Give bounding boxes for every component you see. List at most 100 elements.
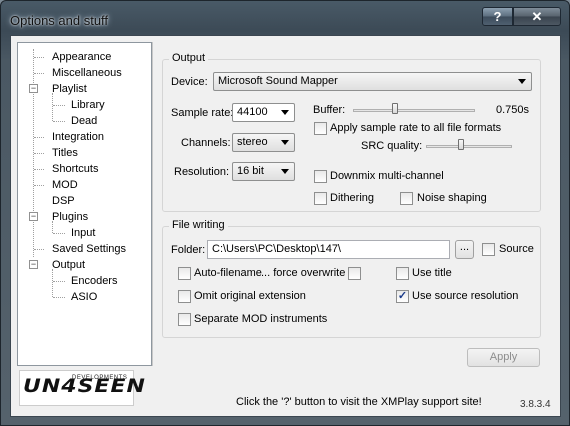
device-label: Device:	[171, 76, 208, 88]
file-writing-group-label: File writing	[169, 219, 228, 231]
dialog-client: − − − Appearance Miscellaneous Playlist …	[10, 35, 561, 417]
collapse-icon[interactable]: −	[29, 212, 38, 221]
chevron-down-icon	[281, 110, 289, 115]
buffer-value: 0.750s	[496, 104, 530, 116]
output-group-label: Output	[169, 52, 209, 64]
tree-item-input[interactable]: Input	[71, 225, 95, 241]
tree-line	[34, 153, 44, 154]
use-title-checkbox[interactable]	[396, 267, 409, 280]
apply-rate-checkbox[interactable]	[314, 122, 327, 135]
tree-item-library[interactable]: Library	[71, 97, 105, 113]
noise-shaping-label: Noise shaping	[417, 192, 487, 204]
tree-item-integration[interactable]: Integration	[52, 129, 104, 145]
separate-mod-label: Separate MOD instruments	[194, 313, 328, 325]
tree-line	[34, 73, 44, 74]
resolution-value: 16 bit	[237, 165, 264, 177]
tree-line	[53, 297, 65, 298]
tree-item-encoders[interactable]: Encoders	[71, 273, 117, 289]
tree-item-dead[interactable]: Dead	[71, 113, 97, 129]
tree-line	[52, 93, 53, 121]
tree-line	[34, 137, 44, 138]
tree-line	[53, 105, 65, 106]
tree-line	[34, 169, 44, 170]
src-quality-label: SRC quality:	[361, 140, 423, 152]
resolution-select[interactable]: 16 bit	[232, 162, 295, 181]
output-group: Output Device: Microsoft Sound Mapper Sa…	[162, 52, 541, 212]
settings-tree[interactable]: − − − Appearance Miscellaneous Playlist …	[17, 42, 152, 366]
sample-rate-select[interactable]: 44100	[232, 103, 295, 122]
collapse-icon[interactable]: −	[29, 84, 38, 93]
downmix-label: Downmix multi-channel	[330, 170, 444, 182]
file-writing-group: File writing Folder: C:\Users\PC\Desktop…	[162, 219, 541, 338]
use-source-resolution-label: Use source resolution	[412, 290, 519, 302]
help-button[interactable]: ?	[482, 7, 513, 26]
buffer-label: Buffer:	[313, 104, 346, 116]
tree-item-shortcuts[interactable]: Shortcuts	[52, 161, 98, 177]
source-checkbox[interactable]	[482, 243, 495, 256]
tree-item-playlist[interactable]: Playlist	[52, 81, 87, 97]
tree-line	[52, 269, 53, 297]
tree-item-miscellaneous[interactable]: Miscellaneous	[52, 65, 122, 81]
channels-select[interactable]: stereo	[232, 133, 295, 152]
close-button[interactable]: ✕	[513, 7, 561, 26]
source-label: Source	[499, 243, 534, 255]
auto-filename-checkbox[interactable]	[178, 267, 191, 280]
collapse-icon[interactable]: −	[29, 260, 38, 269]
dithering-checkbox[interactable]	[314, 192, 327, 205]
downmix-checkbox[interactable]	[314, 170, 327, 183]
sample-rate-label: Sample rate:	[171, 107, 234, 119]
un4seen-logo[interactable]: UN4SEEN DEVELOPMENTS	[19, 370, 145, 406]
tree-item-plugins[interactable]: Plugins	[52, 209, 88, 225]
folder-label: Folder:	[171, 244, 206, 256]
tree-line	[34, 57, 44, 58]
tree-line	[34, 249, 44, 250]
force-overwrite-label: ... force overwrite	[261, 267, 346, 279]
tree-line	[53, 121, 65, 122]
sample-rate-value: 44100	[237, 106, 268, 118]
tree-item-titles[interactable]: Titles	[52, 145, 78, 161]
channels-label: Channels:	[181, 137, 231, 149]
device-value: Microsoft Sound Mapper	[218, 75, 338, 87]
chevron-down-icon	[518, 79, 526, 84]
use-title-label: Use title	[412, 267, 452, 279]
separate-mod-checkbox[interactable]	[178, 313, 191, 326]
dithering-label: Dithering	[330, 192, 375, 204]
tree-item-output[interactable]: Output	[52, 257, 85, 273]
resolution-label: Resolution:	[174, 166, 230, 178]
tree-item-asio[interactable]: ASIO	[71, 289, 97, 305]
chevron-down-icon	[281, 169, 289, 174]
folder-input[interactable]: C:\Users\PC\Desktop\147\	[207, 240, 450, 259]
close-icon: ✕	[531, 9, 543, 24]
buffer-slider-track[interactable]	[353, 109, 475, 112]
omit-extension-label: Omit original extension	[194, 290, 306, 302]
use-source-resolution-checkbox[interactable]: ✓	[396, 290, 409, 303]
apply-button[interactable]: Apply	[467, 348, 540, 367]
force-overwrite-checkbox[interactable]	[348, 267, 361, 280]
tree-item-mod[interactable]: MOD	[52, 177, 78, 193]
logo-subtext: DEVELOPMENTS	[72, 375, 128, 381]
device-select[interactable]: Microsoft Sound Mapper	[213, 72, 532, 91]
tree-line	[53, 281, 65, 282]
noise-shaping-checkbox[interactable]	[400, 192, 413, 205]
buffer-slider-thumb[interactable]	[392, 103, 399, 114]
version-label: 3.8.3.4	[520, 399, 551, 410]
channels-value: stereo	[237, 136, 268, 148]
apply-rate-label: Apply sample rate to all file formats	[330, 122, 502, 134]
options-window: Options and stuff ? ✕ − − − Appearance M…	[0, 0, 570, 426]
chevron-down-icon	[281, 140, 289, 145]
tree-line	[53, 233, 65, 234]
browse-button[interactable]: ...	[455, 240, 474, 259]
tree-item-appearance[interactable]: Appearance	[52, 49, 111, 65]
auto-filename-label: Auto-filename	[194, 267, 262, 279]
checkmark-icon: ✓	[397, 290, 408, 302]
src-quality-slider-thumb[interactable]	[458, 139, 464, 150]
tree-item-dsp[interactable]: DSP	[52, 193, 75, 209]
tree-line	[34, 185, 44, 186]
status-text: Click the '?' button to visit the XMPlay…	[236, 396, 482, 408]
window-title: Options and stuff	[10, 13, 109, 28]
options-panel: Output Device: Microsoft Sound Mapper Sa…	[152, 42, 552, 367]
title-bar[interactable]: Options and stuff ? ✕	[1, 1, 569, 35]
src-quality-slider-track[interactable]	[426, 145, 512, 148]
tree-item-saved-settings[interactable]: Saved Settings	[52, 241, 126, 257]
omit-extension-checkbox[interactable]	[178, 290, 191, 303]
